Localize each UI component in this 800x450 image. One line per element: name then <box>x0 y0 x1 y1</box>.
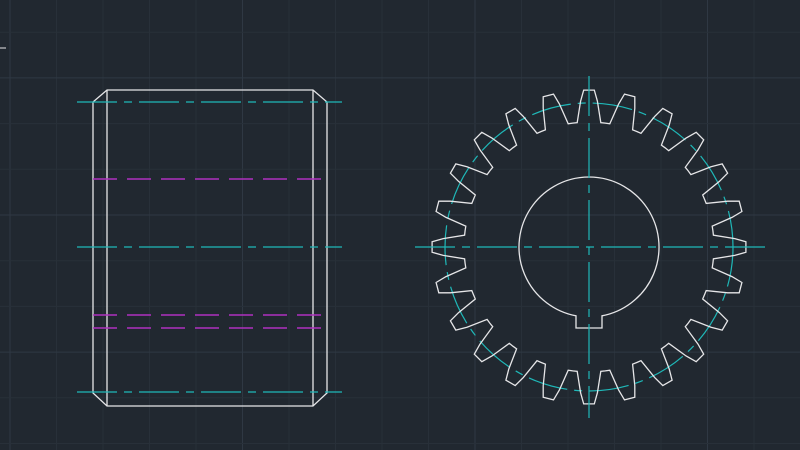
drawing-svg <box>0 0 800 450</box>
grid <box>0 0 800 450</box>
gear-side-view[interactable] <box>77 89 342 407</box>
cad-drawing-canvas[interactable] <box>0 0 800 450</box>
side-view-outline <box>92 89 328 407</box>
gear-front-view[interactable] <box>415 76 765 418</box>
